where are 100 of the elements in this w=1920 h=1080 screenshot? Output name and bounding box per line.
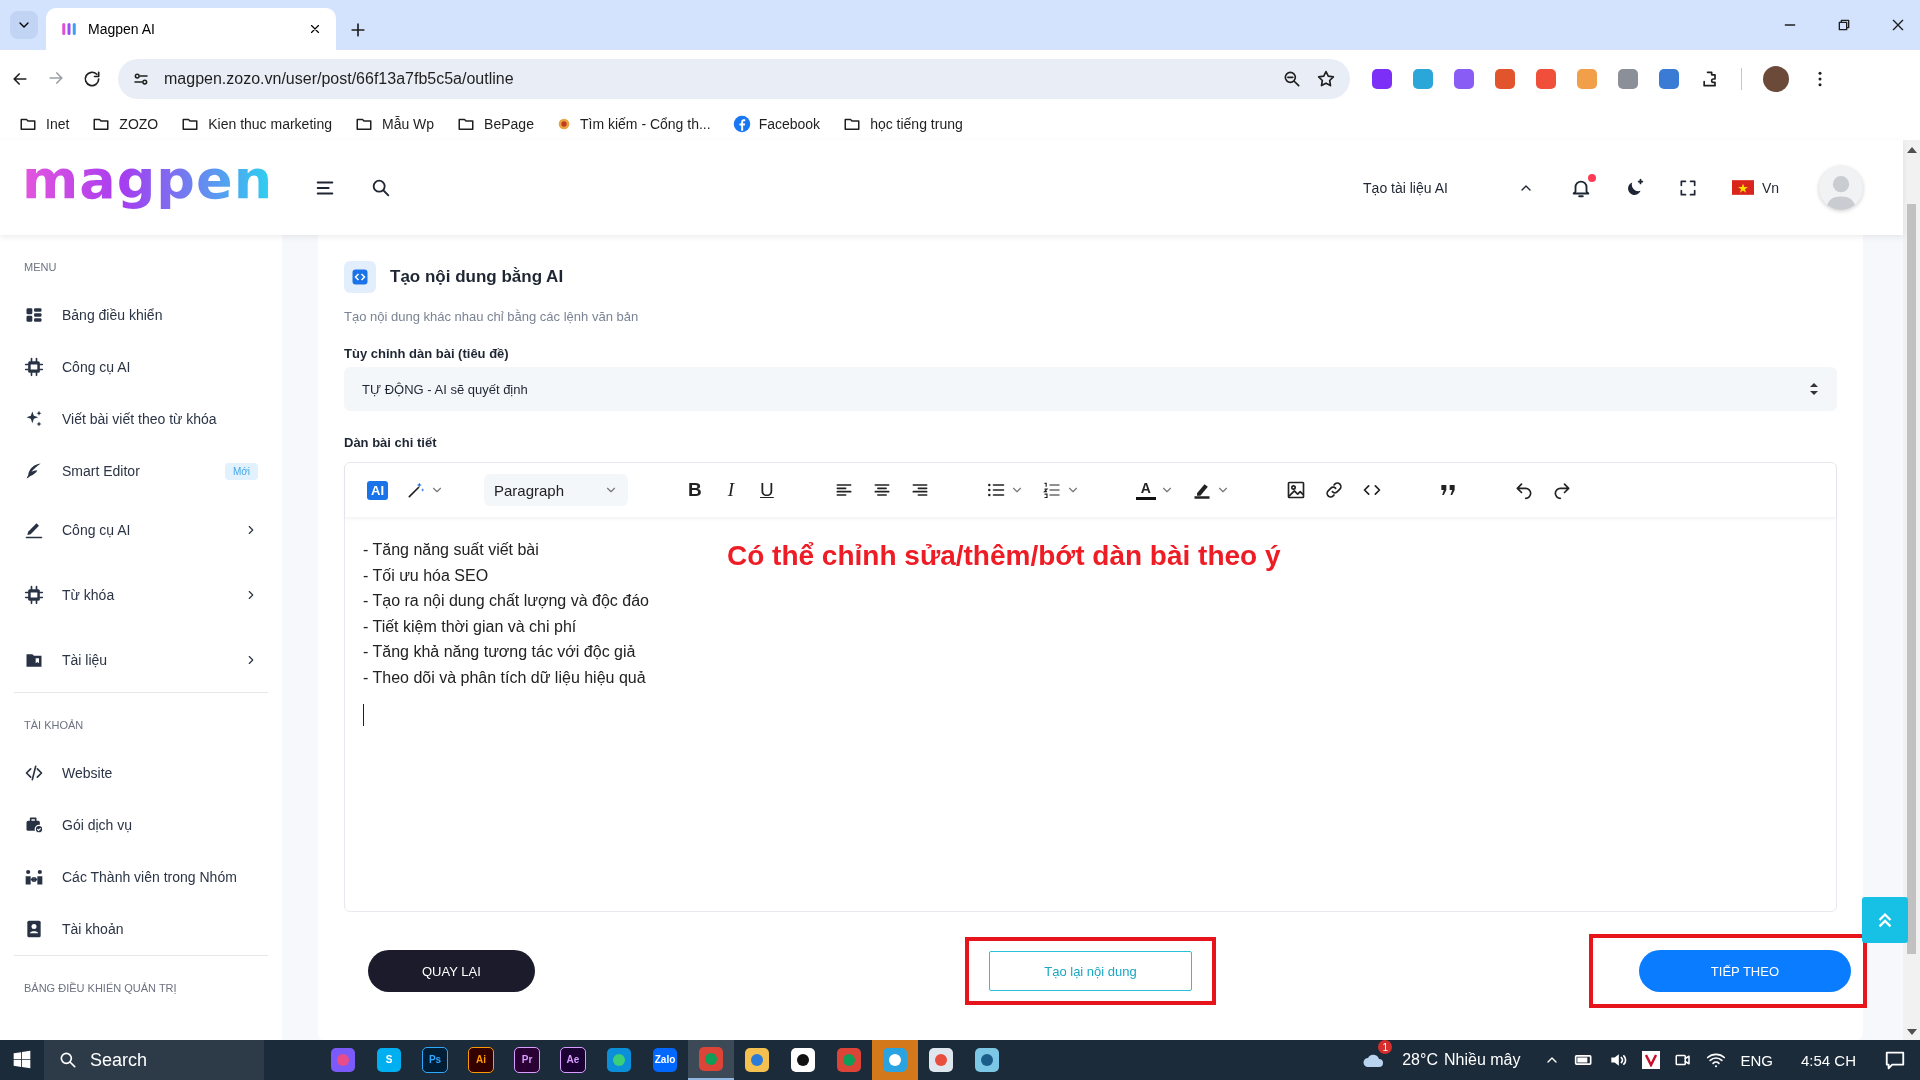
- code-icon: [351, 268, 369, 286]
- scrollbar-thumb[interactable]: [1907, 204, 1916, 954]
- menu-item-icon: [24, 305, 44, 325]
- menu-item[interactable]: Từ khóa: [62, 586, 226, 603]
- bookmark-link[interactable]: Tìm kiếm - Cổng th...: [579, 116, 711, 132]
- underline-button[interactable]: U: [756, 479, 778, 501]
- menu-item[interactable]: Website: [62, 765, 258, 781]
- link-icon[interactable]: [1323, 480, 1344, 500]
- close-icon[interactable]: [308, 22, 322, 36]
- taskbar-app-button[interactable]: Ae: [550, 1040, 596, 1080]
- up-down-arrows-icon[interactable]: [1809, 382, 1819, 396]
- app-icon: [888, 1053, 902, 1067]
- menu-item[interactable]: Smart Editor: [62, 463, 207, 479]
- clock[interactable]: 4:54 CH: [1800, 1051, 1856, 1069]
- extension-icon[interactable]: [1536, 69, 1556, 89]
- extension-icon[interactable]: [1618, 69, 1638, 89]
- image-icon[interactable]: [1285, 480, 1306, 500]
- menu-item-icon: [24, 867, 44, 887]
- taskbar-search[interactable]: Search: [44, 1040, 264, 1080]
- menu-item[interactable]: Viết bài viết theo từ khóa: [62, 411, 258, 427]
- taskbar-app-button[interactable]: Ps: [412, 1040, 458, 1080]
- notifications-icon[interactable]: [1884, 1049, 1906, 1071]
- numbered-list-icon[interactable]: [1041, 480, 1062, 500]
- ai-button[interactable]: AI: [367, 480, 388, 500]
- reload-icon[interactable]: [82, 69, 102, 89]
- zoom-icon[interactable]: [1282, 69, 1302, 89]
- tab-list-button[interactable]: [10, 11, 38, 39]
- app-icon: [336, 1053, 350, 1067]
- card-title: Tạo nội dung bằng AI: [390, 267, 564, 287]
- extension-icon[interactable]: [1413, 69, 1433, 89]
- app-icon: [842, 1053, 856, 1067]
- taskbar-app-button[interactable]: Pr: [504, 1040, 550, 1080]
- bookmark-link[interactable]: Facebook: [758, 116, 821, 132]
- bookmark-link[interactable]: Inet: [46, 116, 70, 132]
- outline-line: - Tăng năng suất viết bài: [363, 540, 540, 560]
- extension-icon[interactable]: [1495, 69, 1515, 89]
- new-badge: Mới: [224, 462, 258, 480]
- card-subtitle: Tạo nội dung khác nhau chỉ bằng các lệnh văn bản: [344, 309, 640, 324]
- menu-item-icon: [24, 919, 44, 939]
- menu-item[interactable]: Tài liệu: [62, 651, 226, 668]
- scroll-up-icon[interactable]: [1906, 146, 1917, 154]
- outline-line: - Tiết kiệm thời gian và chi phí: [363, 616, 578, 637]
- close-icon[interactable]: [1890, 17, 1906, 33]
- site-settings-icon[interactable]: [132, 70, 150, 88]
- star-icon[interactable]: [1316, 69, 1336, 89]
- bookmark-link[interactable]: BePage: [484, 116, 534, 132]
- annotation-text: Có thể chỉnh sửa/thêm/bớt dàn bài theo ý: [726, 539, 1282, 573]
- text-cursor: [363, 704, 364, 726]
- browser-tab[interactable]: Magpen AI: [46, 8, 336, 50]
- section-heading: BẢNG ĐIỀU KHIỂN QUẢN TRỊ: [23, 981, 178, 996]
- italic-button[interactable]: I: [723, 479, 739, 501]
- outline-line: - Tăng khả năng tương tác với độc giả: [363, 642, 637, 662]
- taskbar-app-button[interactable]: Zalo: [642, 1040, 688, 1080]
- restore-icon[interactable]: [1836, 17, 1852, 33]
- app-icon: [980, 1053, 994, 1067]
- outline-line: - Tạo ra nội dung chất lượng và độc đáo: [363, 591, 649, 611]
- text-color-button[interactable]: A: [1135, 480, 1156, 500]
- input-language[interactable]: ENG: [1740, 1051, 1773, 1069]
- create-document-menu[interactable]: Tạo tài liệu AI: [1363, 179, 1448, 196]
- bookmark-link[interactable]: Mẫu Wp: [382, 116, 435, 132]
- extension-icon[interactable]: [1372, 69, 1392, 89]
- bookmark-link[interactable]: ZOZO: [119, 116, 159, 132]
- address-bar[interactable]: magpen.zozo.vn/user/post/66f13a7fb5c5a/outline: [118, 59, 1350, 99]
- menu-item[interactable]: Bảng điều khiển: [62, 307, 258, 323]
- profile-avatar[interactable]: [1763, 66, 1789, 92]
- notification-badge: 1: [1378, 1040, 1393, 1054]
- antivirus-icon[interactable]: [1642, 1051, 1661, 1069]
- language-selector[interactable]: Vn: [1761, 179, 1779, 196]
- menu-item[interactable]: Công cụ AI: [62, 521, 226, 538]
- outline-line: - Theo dõi và phân tích dữ liệu hiệu quả: [363, 667, 647, 688]
- block-style-select[interactable]: Paragraph: [484, 474, 628, 506]
- app-icon: [612, 1053, 626, 1067]
- outline-line: - Tối ưu hóa SEO: [363, 565, 490, 586]
- menu-item-icon: [24, 763, 44, 783]
- menu-item[interactable]: Tài khoản: [62, 921, 258, 937]
- extension-icon[interactable]: [1454, 69, 1474, 89]
- taskbar-app-button[interactable]: Ai: [458, 1040, 504, 1080]
- menu-item[interactable]: Công cụ AI: [62, 359, 258, 375]
- flag-icon[interactable]: [1731, 180, 1754, 195]
- windows-logo-icon[interactable]: [12, 1050, 32, 1070]
- back-button[interactable]: QUAY LẠI: [368, 950, 535, 992]
- menu-item-icon: [24, 584, 44, 605]
- search-icon: [58, 1050, 78, 1070]
- next-button[interactable]: TIẾP THEO: [1638, 950, 1851, 992]
- app-icon: [750, 1053, 764, 1067]
- scroll-down-icon[interactable]: [1906, 1028, 1917, 1036]
- app-icon: [796, 1053, 810, 1067]
- menu-item-icon: [24, 357, 44, 377]
- weather-temperature: 28°C: [1402, 1051, 1438, 1069]
- app-logo-icon: [60, 20, 78, 38]
- bookmark-link[interactable]: học tiếng trung: [870, 116, 963, 132]
- bookmark-link[interactable]: Kien thuc marketing: [208, 116, 332, 132]
- app-icon: [704, 1052, 718, 1066]
- menu-item[interactable]: Gói dịch vụ: [62, 817, 258, 833]
- menu-item[interactable]: Các Thành viên trong Nhóm: [62, 869, 258, 885]
- undo-icon[interactable]: [1513, 480, 1534, 500]
- magic-wand-icon[interactable]: [406, 480, 426, 500]
- outline-select[interactable]: TỰ ĐỘNG - AI sẽ quyết định: [344, 367, 1837, 411]
- bold-button[interactable]: B: [684, 479, 706, 501]
- extension-icon[interactable]: [1659, 69, 1679, 89]
